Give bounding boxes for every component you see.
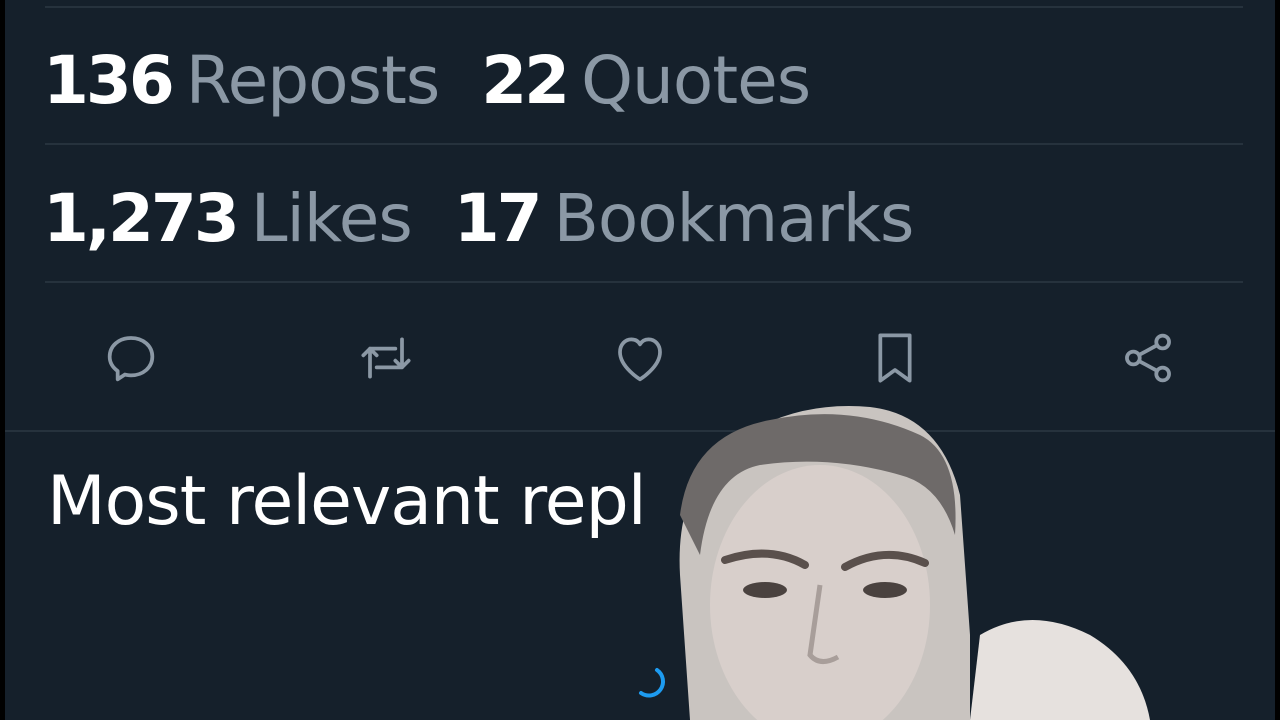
loading-spinner-icon <box>639 668 665 698</box>
like-button[interactable] <box>604 322 676 394</box>
action-bar <box>5 322 1275 394</box>
reposts-count: 136 <box>43 42 175 119</box>
divider <box>45 281 1243 283</box>
post-detail-screen: 136 Reposts 22 Quotes 1,273 Likes 17 Boo… <box>5 0 1275 720</box>
bookmarks-count: 17 <box>453 180 543 257</box>
quotes-stat[interactable]: 22 Quotes <box>481 42 811 119</box>
likes-count: 1,273 <box>43 180 240 257</box>
repost-icon <box>361 337 411 379</box>
bookmark-icon <box>878 333 912 383</box>
replies-section-title: Most relevant repl <box>47 462 647 541</box>
quotes-count: 22 <box>481 42 570 119</box>
heart-icon <box>618 337 662 382</box>
share-button[interactable] <box>1112 322 1184 394</box>
bookmarks-stat[interactable]: 17 Bookmarks <box>453 180 915 257</box>
reposts-label: Reposts <box>185 42 440 119</box>
bookmarks-label: Bookmarks <box>553 180 915 257</box>
share-icon <box>1125 333 1171 383</box>
repost-button[interactable] <box>350 322 422 394</box>
likes-label: Likes <box>250 180 413 257</box>
reply-icon <box>107 336 155 382</box>
camera-overlay-person <box>679 406 1150 720</box>
bookmark-button[interactable] <box>859 322 931 394</box>
likes-stat[interactable]: 1,273 Likes <box>43 180 413 257</box>
divider <box>45 6 1243 8</box>
stats-row-reposts-quotes: 136 Reposts 22 Quotes <box>43 42 852 119</box>
reply-button[interactable] <box>95 322 167 394</box>
reposts-stat[interactable]: 136 Reposts <box>43 42 440 119</box>
divider <box>45 143 1243 145</box>
stats-row-likes-bookmarks: 1,273 Likes 17 Bookmarks <box>43 180 955 257</box>
quotes-label: Quotes <box>581 42 811 119</box>
